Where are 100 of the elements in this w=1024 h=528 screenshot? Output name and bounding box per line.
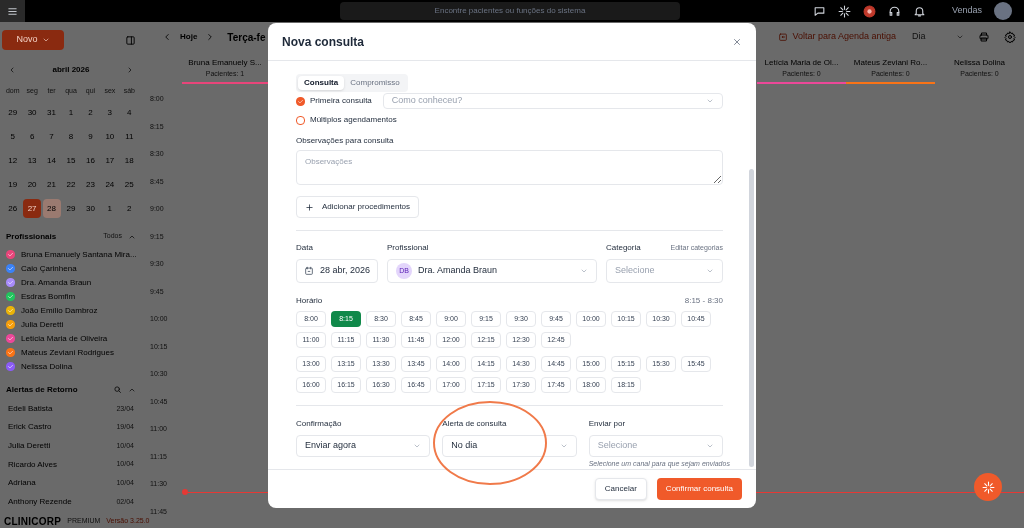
checkbox[interactable] — [296, 96, 305, 106]
field-label: Horário — [296, 295, 323, 307]
today-button[interactable]: Hoje — [180, 31, 198, 43]
calendar-day[interactable]: 28 — [42, 199, 61, 218]
calendar-day[interactable]: 20 — [23, 175, 42, 194]
calendar-day[interactable]: 17 — [100, 151, 119, 170]
professional-name: Julia Deretti — [21, 318, 64, 331]
calendar-day[interactable]: 26 — [3, 199, 22, 218]
calendar-day[interactable]: 18 — [120, 151, 139, 170]
calendar-day[interactable]: 30 — [23, 103, 42, 122]
floating-action-button[interactable] — [974, 473, 1002, 501]
calendar-day[interactable]: 2 — [120, 199, 139, 218]
color-checkbox[interactable] — [6, 306, 15, 315]
view-select[interactable]: Dia — [912, 30, 964, 44]
new-button[interactable]: Novo — [2, 30, 64, 50]
select-field[interactable]: Como conheceu? — [382, 93, 723, 109]
patient-name[interactable]: Anthony Rezende — [8, 495, 72, 508]
calendar-day[interactable]: 9 — [81, 127, 100, 146]
select-field[interactable]: Enviar agora — [296, 435, 431, 457]
color-checkbox[interactable] — [6, 292, 15, 301]
select-field[interactable]: Selecione — [606, 259, 723, 283]
professional-name: Bruna Emanuely Santana Mira... — [21, 248, 137, 261]
calendar-day[interactable]: 24 — [100, 175, 119, 194]
message-icon[interactable] — [812, 4, 826, 18]
calendar-day[interactable]: 29 — [3, 103, 22, 122]
color-checkbox[interactable] — [6, 348, 15, 357]
calendar-day[interactable]: 29 — [62, 199, 80, 218]
chevron-down-icon — [580, 267, 588, 275]
cancel-button[interactable]: Cancelar — [594, 478, 647, 500]
calendar-day[interactable]: 14 — [42, 151, 61, 170]
calendar-day[interactable]: 12 — [3, 151, 22, 170]
calendar-day[interactable]: 5 — [3, 127, 22, 146]
calendar-day[interactable]: 19 — [3, 175, 22, 194]
calendar-day[interactable]: 11 — [120, 127, 139, 146]
calendar-day[interactable]: 4 — [120, 103, 139, 122]
calendar-day[interactable]: 22 — [62, 175, 80, 194]
calendar-back-icon[interactable] — [778, 32, 789, 42]
professional-name: Letícia Maria de Oliveira — [21, 332, 108, 345]
bell-icon[interactable] — [912, 4, 926, 18]
chevron-down-icon — [413, 442, 422, 450]
professional-column-title: Mateus Zeviani Ro... — [853, 56, 928, 69]
search-icon[interactable] — [113, 385, 122, 394]
calendar-day[interactable]: 13 — [23, 151, 42, 170]
patient-name[interactable]: Erick Castro — [8, 421, 52, 434]
next-month-icon[interactable] — [126, 66, 134, 74]
color-checkbox[interactable] — [6, 264, 15, 273]
calendar-day[interactable]: 2 — [81, 103, 100, 122]
calendar-day[interactable]: 10 — [100, 127, 119, 146]
select-field[interactable]: No dia — [442, 435, 577, 457]
calendar-day[interactable]: 6 — [23, 127, 42, 146]
search-field[interactable]: Encontre pacientes ou funções do sistema — [340, 2, 680, 20]
calendar-day[interactable]: 30 — [81, 199, 100, 218]
sidebar-toggle-icon[interactable] — [125, 34, 136, 46]
headset-icon[interactable] — [887, 4, 901, 18]
calendar-day[interactable]: 31 — [42, 103, 61, 122]
brand-logo: CLINICORP — [4, 515, 62, 528]
check-icon — [297, 97, 304, 105]
calendar-day[interactable]: 1 — [62, 103, 80, 122]
tab[interactable]: Consulta — [298, 76, 345, 90]
patient-name[interactable]: Ricardo Alves — [8, 458, 57, 471]
notes-field[interactable]: Observações — [296, 150, 723, 185]
calendar-day[interactable]: 8 — [62, 127, 80, 146]
modal-title: Nova consulta — [282, 33, 365, 51]
add-procedures-button[interactable]: Adicionar procedimentos — [296, 196, 420, 218]
date-field[interactable]: 28 abr, 2026 — [296, 259, 378, 283]
calendar-icon — [304, 266, 314, 276]
calendar-day[interactable]: 15 — [62, 151, 80, 170]
calendar-day[interactable]: 7 — [42, 127, 61, 146]
menu-icon[interactable] — [7, 5, 18, 17]
record-icon[interactable] — [862, 4, 876, 18]
calendar-day[interactable]: 1 — [100, 199, 119, 218]
print-icon[interactable] — [978, 31, 990, 43]
patient-name[interactable]: Edeli Batista — [8, 402, 53, 415]
color-checkbox[interactable] — [6, 250, 15, 259]
color-checkbox[interactable] — [6, 320, 15, 329]
close-icon[interactable] — [732, 36, 742, 47]
color-checkbox[interactable] — [6, 362, 15, 371]
back-link[interactable]: Voltar para Agenda antiga — [792, 30, 896, 44]
sparkle-icon[interactable] — [837, 4, 851, 18]
scrollbar[interactable] — [749, 169, 754, 467]
calendar-day[interactable]: 27 — [23, 199, 42, 218]
settings-icon[interactable] — [1004, 31, 1016, 43]
calendar-day[interactable]: 3 — [100, 103, 119, 122]
patient-name[interactable]: Julia Deretti — [8, 440, 51, 452]
tab[interactable]: Compromisso — [344, 76, 406, 90]
color-checkbox[interactable] — [6, 334, 15, 343]
field-label: Enviar por — [588, 418, 627, 430]
calendar-day[interactable]: 23 — [81, 175, 100, 194]
previous-day-icon[interactable] — [162, 32, 172, 42]
field-label: Categoria — [606, 242, 641, 254]
avatar[interactable] — [994, 2, 1012, 20]
calendar-day[interactable]: 25 — [120, 175, 139, 194]
select-field[interactable]: Selecione — [588, 435, 723, 457]
calendar-day[interactable]: 21 — [42, 175, 61, 194]
checkbox[interactable] — [296, 115, 305, 125]
patient-name[interactable]: Adriana — [8, 477, 36, 490]
color-checkbox[interactable] — [6, 278, 15, 287]
previous-month-icon[interactable] — [8, 66, 16, 74]
confirm-button[interactable]: Confirmar consulta — [656, 478, 742, 500]
calendar-day[interactable]: 16 — [81, 151, 100, 170]
